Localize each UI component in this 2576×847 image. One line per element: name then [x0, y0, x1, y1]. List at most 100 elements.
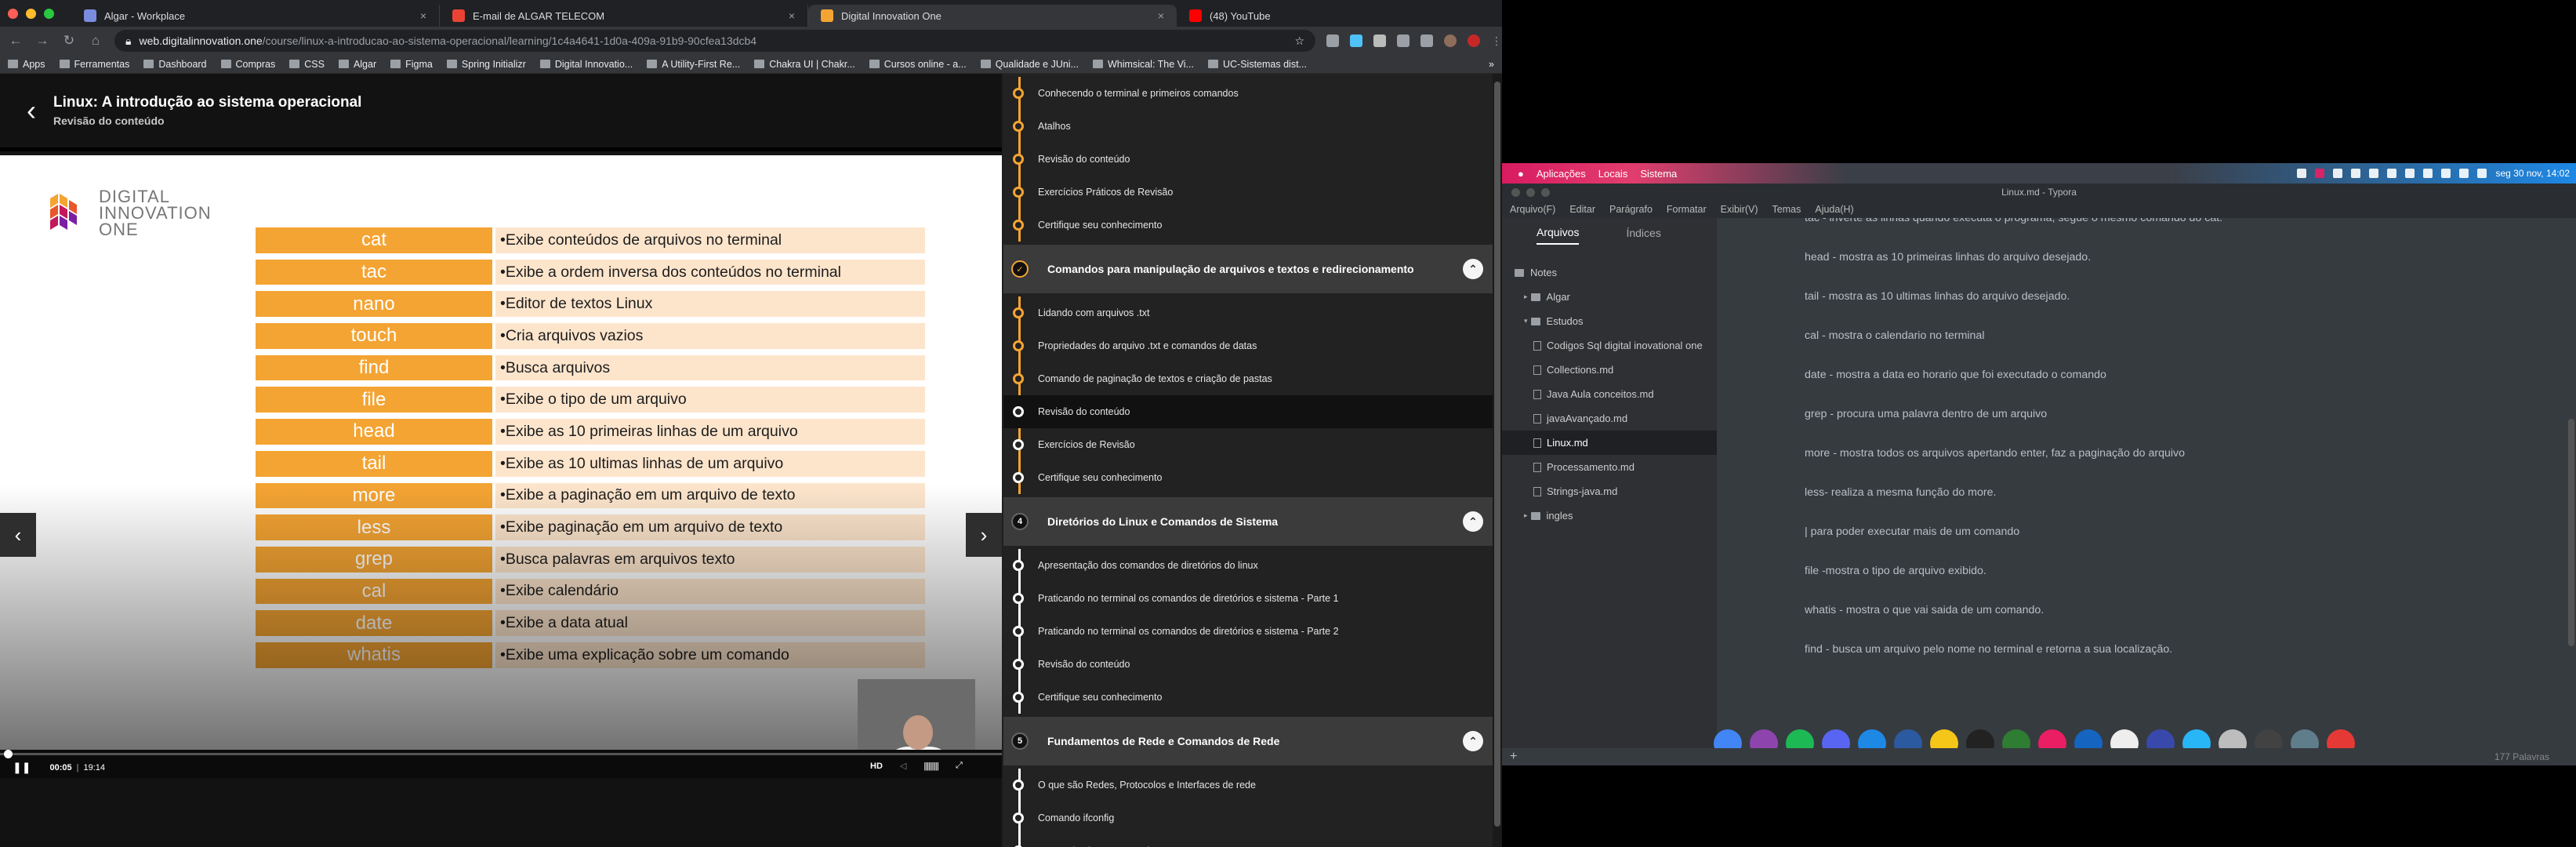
tree-file[interactable]: javaAvançado.md — [1502, 406, 1717, 431]
browser-tab[interactable]: (48) YouTube× — [1177, 5, 1502, 27]
bookmark-item[interactable]: CSS — [289, 59, 325, 70]
bookmarks-overflow-icon[interactable]: » — [1489, 59, 1494, 70]
editor-paragraph[interactable]: cal - mostra o calendario no terminal — [1805, 329, 1984, 342]
bookmark-item[interactable]: Cursos online - a... — [869, 59, 967, 70]
clock[interactable]: seg 30 nov, 14:02 — [2495, 168, 2570, 179]
progress-knob[interactable] — [4, 750, 13, 758]
close-window-button[interactable] — [8, 8, 18, 19]
apple-menu-icon[interactable]: ● — [1518, 168, 1524, 180]
url-field[interactable]: 🔒︎ web.digitalinnovation.one/course/linu… — [114, 30, 1315, 52]
panel-menu-system[interactable]: Sistema — [1640, 168, 1677, 180]
lesson-item[interactable]: O que são Redes, Protocolos e Interfaces… — [1003, 769, 1493, 802]
quality-button[interactable]: HD — [870, 762, 883, 771]
minimize-window-button[interactable] — [1526, 187, 1535, 197]
previous-lesson-button[interactable]: ‹ — [0, 513, 36, 557]
fullscreen-icon[interactable]: ⤢ — [956, 761, 963, 771]
add-file-button[interactable]: + — [1510, 750, 1517, 764]
bookmark-item[interactable]: Figma — [390, 59, 433, 70]
bookmark-item[interactable]: Apps — [8, 59, 45, 70]
tray-icon[interactable] — [2333, 169, 2343, 178]
bookmark-item[interactable]: Qualidade e JUni... — [980, 59, 1079, 70]
tree-file[interactable]: Processamento.md — [1502, 455, 1717, 479]
menu-item[interactable]: Parágrafo — [1609, 204, 1653, 215]
lesson-item[interactable]: Revisão do conteúdo — [1003, 395, 1493, 428]
extension-icon[interactable] — [1373, 35, 1386, 47]
tree-folder[interactable]: ▸ Algar — [1502, 285, 1717, 309]
bookmark-item[interactable]: UC-Sistemas dist... — [1208, 59, 1307, 70]
editor-paragraph[interactable]: tail - mostra as 10 ultimas linhas do ar… — [1805, 290, 2070, 303]
bookmark-item[interactable]: Algar — [338, 59, 376, 70]
lesson-item[interactable]: Apresentação dos comandos de diretórios … — [1003, 549, 1493, 582]
bookmark-item[interactable]: Dashboard — [143, 59, 207, 70]
bookmark-item[interactable]: Whimsical: The Vi... — [1093, 59, 1194, 70]
lesson-item[interactable]: Certifique seu conhecimento — [1003, 209, 1493, 242]
panel-menu-places[interactable]: Locais — [1598, 168, 1628, 180]
close-tab-icon[interactable]: × — [1158, 9, 1164, 22]
profile-icon[interactable] — [1468, 35, 1480, 47]
editor-paragraph[interactable]: less- realiza a mesma função do more. — [1805, 486, 1996, 499]
pause-icon[interactable]: ❚❚ — [13, 761, 31, 774]
lesson-item[interactable]: Revisão do conteúdo — [1003, 143, 1493, 176]
bookmark-item[interactable]: Compras — [220, 59, 275, 70]
tree-file[interactable]: Linux.md — [1502, 431, 1717, 455]
editor-paragraph[interactable]: more - mostra todos os arquivos apertand… — [1805, 447, 2185, 460]
lesson-item[interactable]: Exercícios Práticos de Revisão — [1003, 176, 1493, 209]
menu-item[interactable]: Editar — [1569, 204, 1595, 215]
volume-slider[interactable]: |||||||||| — [923, 762, 939, 771]
tray-icon[interactable] — [2315, 169, 2325, 178]
editor-paragraph[interactable]: date - mostra a data eo horario que foi … — [1805, 369, 2106, 381]
bookmark-item[interactable]: Spring Initializr — [446, 59, 526, 70]
menu-item[interactable]: Arquivo(F) — [1510, 204, 1555, 215]
battery-icon[interactable] — [2405, 169, 2415, 178]
lesson-item[interactable]: Certifique seu conhecimento — [1003, 681, 1493, 714]
chevron-up-icon[interactable]: ⌃ — [1463, 259, 1483, 279]
close-tab-icon[interactable]: × — [789, 9, 795, 22]
editor-paragraph[interactable]: head - mostra as 10 primeiras linhas do … — [1805, 251, 2091, 264]
video-slide[interactable]: DIGITAL INNOVATION ONE cat •Exibe conteúd… — [0, 155, 1002, 750]
maximize-window-button[interactable] — [1541, 187, 1550, 197]
browser-tab[interactable]: Digital Innovation One × — [808, 5, 1177, 27]
bookmark-item[interactable]: Chakra UI | Chakr... — [754, 59, 855, 70]
editor-scrollbar[interactable] — [2568, 419, 2574, 646]
tree-folder[interactable]: ▾ Estudos — [1502, 309, 1717, 333]
tree-folder[interactable]: Notes — [1502, 260, 1717, 285]
tree-file[interactable]: Strings-java.md — [1502, 479, 1717, 503]
lesson-item[interactable]: Comandos hostname e ping — [1003, 834, 1493, 847]
lesson-item[interactable]: Conhecendo o terminal e primeiros comand… — [1003, 77, 1493, 110]
lesson-item[interactable]: Exercícios de Revisão — [1003, 428, 1493, 461]
bookmark-star-icon[interactable]: ☆ — [1294, 35, 1304, 48]
menu-dots-icon[interactable]: ⋮ — [1491, 35, 1502, 47]
forward-arrow-icon[interactable]: → — [34, 33, 50, 49]
tree-file[interactable]: Java Aula conceitos.md — [1502, 382, 1717, 406]
lesson-item[interactable]: Praticando no terminal os comandos de di… — [1003, 582, 1493, 615]
reading-list-icon[interactable] — [1420, 35, 1433, 47]
menu-item[interactable]: Exibir(V) — [1721, 204, 1758, 215]
browser-tab[interactable]: Algar - Workplace × — [71, 5, 440, 27]
next-lesson-button[interactable]: › — [966, 513, 1002, 557]
shield-icon[interactable] — [2423, 169, 2433, 178]
bookmark-item[interactable]: Ferramentas — [59, 59, 129, 70]
avatar[interactable] — [1444, 35, 1457, 47]
mail-icon[interactable] — [2441, 169, 2451, 178]
video-progress-bar[interactable] — [0, 750, 1002, 758]
back-arrow-icon[interactable]: ← — [8, 33, 24, 49]
reload-icon[interactable]: ↻ — [61, 33, 77, 49]
lesson-item[interactable]: Atalhos — [1003, 110, 1493, 143]
module-header[interactable]: 5 Fundamentos de Rede e Comandos de Rede ⌃ — [1003, 717, 1493, 765]
browser-tab[interactable]: E-mail de ALGAR TELECOM × — [440, 5, 808, 27]
panel-menu-applications[interactable]: Aplicações — [1537, 168, 1586, 180]
back-chevron-icon[interactable]: ‹ — [27, 96, 36, 125]
extension-icon[interactable] — [1326, 35, 1339, 47]
lesson-item[interactable]: Propriedades do arquivo .txt e comandos … — [1003, 329, 1493, 362]
editor-paragraph[interactable]: tac - inverte as linhas quando executa o… — [1805, 218, 2222, 224]
lesson-item[interactable]: Comando ifconfig — [1003, 802, 1493, 834]
puzzle-icon[interactable] — [1397, 35, 1410, 47]
close-tab-icon[interactable]: × — [420, 9, 426, 22]
menu-item[interactable]: Temas — [1772, 204, 1801, 215]
volume-icon[interactable] — [2477, 169, 2487, 178]
lesson-item[interactable]: Revisão do conteúdo — [1003, 648, 1493, 681]
editor-paragraph[interactable]: | para poder executar mais de um comando — [1805, 525, 2019, 538]
home-icon[interactable]: ⌂ — [88, 33, 103, 49]
lesson-item[interactable]: Lidando com arquivos .txt — [1003, 296, 1493, 329]
menu-item[interactable]: Ajuda(H) — [1815, 204, 1853, 215]
